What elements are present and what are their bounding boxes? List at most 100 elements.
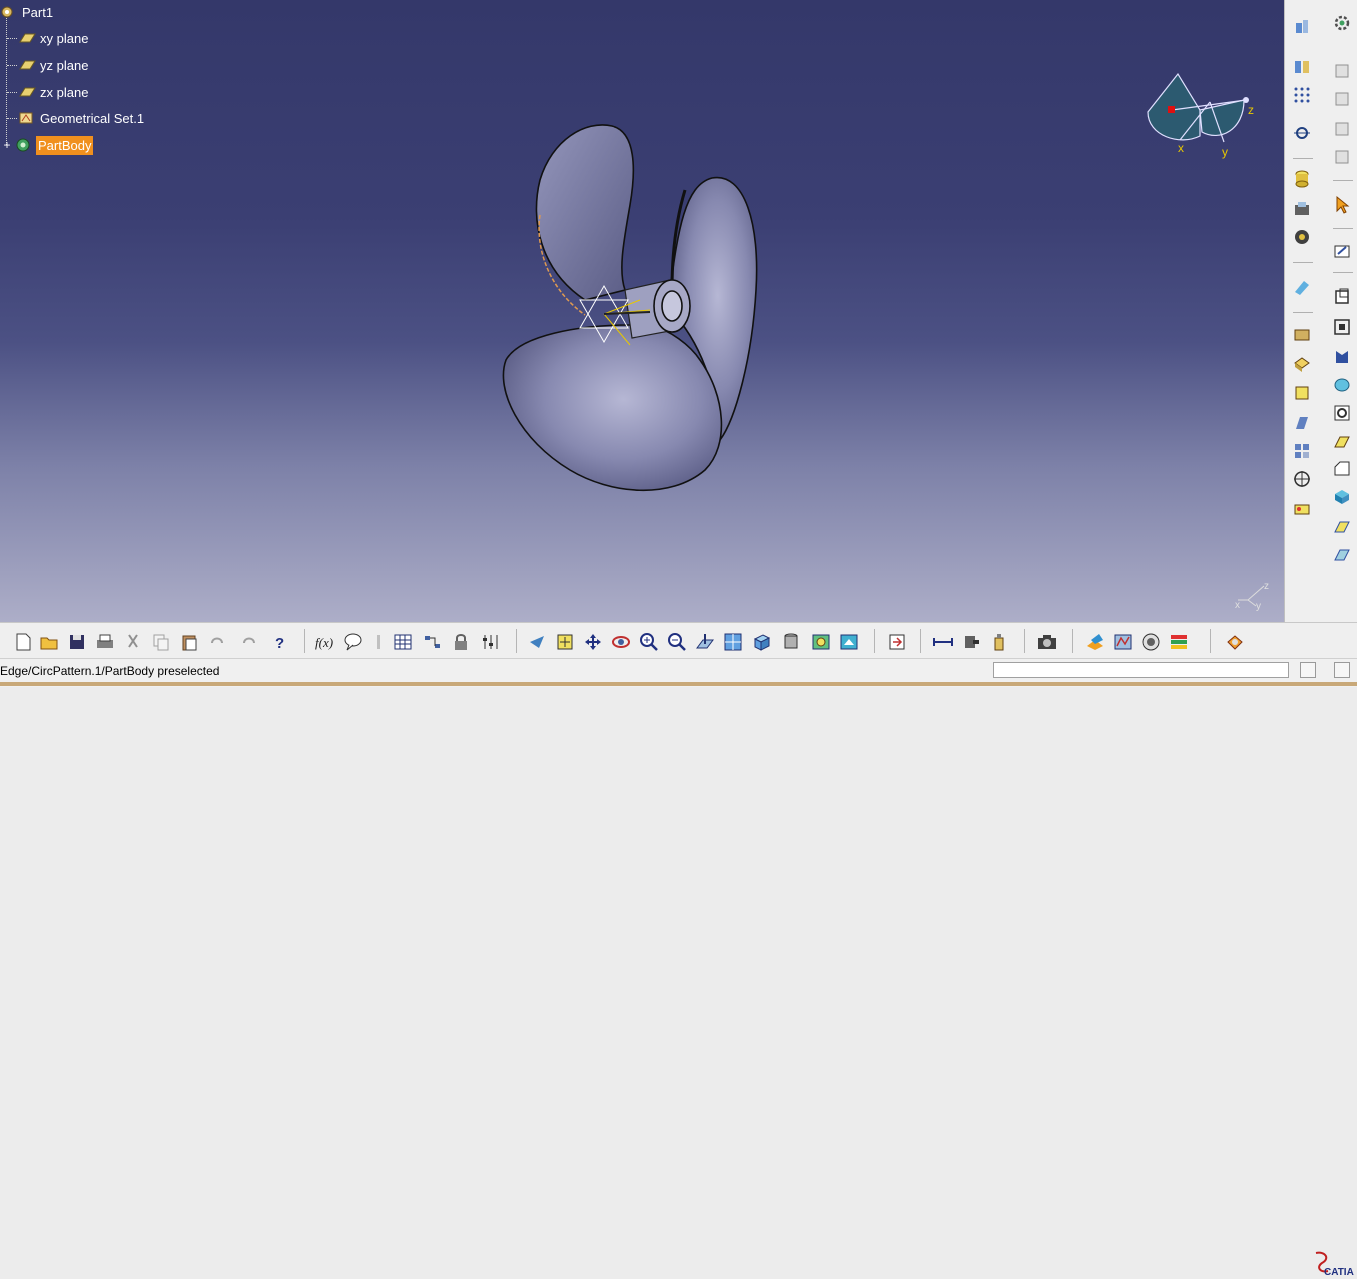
view-icon-1[interactable] bbox=[1331, 60, 1353, 82]
triad-z-label: z bbox=[1264, 581, 1269, 592]
view-icon-4[interactable] bbox=[1331, 146, 1353, 168]
lock-icon[interactable] bbox=[450, 631, 472, 653]
undo-icon[interactable] bbox=[206, 631, 228, 653]
toolbar-separator bbox=[1333, 272, 1353, 273]
right-toolbar bbox=[1284, 0, 1357, 622]
toolbar-separator bbox=[1333, 228, 1353, 229]
cut-icon[interactable] bbox=[122, 631, 144, 653]
law-icon[interactable] bbox=[368, 631, 390, 653]
command-input[interactable] bbox=[993, 662, 1289, 678]
fillet-icon[interactable] bbox=[1291, 276, 1313, 298]
grid-icon[interactable] bbox=[1291, 84, 1313, 106]
toolbar-separator bbox=[1293, 262, 1313, 263]
zoom-out-icon[interactable] bbox=[666, 631, 688, 653]
normal-view-icon[interactable] bbox=[694, 631, 716, 653]
toolbar-separator bbox=[1333, 180, 1353, 181]
draft-icon[interactable] bbox=[1331, 430, 1353, 452]
iso-view-icon[interactable] bbox=[750, 631, 772, 653]
split-icon[interactable] bbox=[1291, 324, 1313, 346]
rotate-icon[interactable] bbox=[610, 631, 632, 653]
swap-visible-space-icon[interactable] bbox=[838, 631, 860, 653]
toolbar-separator bbox=[1210, 629, 1211, 653]
print-icon[interactable] bbox=[94, 631, 116, 653]
taskbar-strip bbox=[0, 682, 1357, 686]
parameters-icon[interactable] bbox=[480, 631, 502, 653]
shaft-icon[interactable] bbox=[1291, 226, 1313, 248]
measure-between-icon[interactable] bbox=[932, 631, 954, 653]
compass-origin[interactable] bbox=[1168, 106, 1175, 113]
layers-icon[interactable] bbox=[1168, 631, 1190, 653]
formula-icon[interactable]: f(x) bbox=[314, 631, 336, 653]
select-arrow-icon[interactable] bbox=[1331, 194, 1353, 216]
measure-icon[interactable] bbox=[1291, 468, 1313, 490]
tree-reorder-icon[interactable] bbox=[422, 631, 444, 653]
thickness-icon[interactable] bbox=[1331, 516, 1353, 538]
compass-widget[interactable]: x y z bbox=[1140, 70, 1260, 160]
pan-icon[interactable] bbox=[582, 631, 604, 653]
shell-icon[interactable] bbox=[1331, 544, 1353, 566]
chamfer-icon[interactable] bbox=[1331, 458, 1353, 480]
constraint-icon[interactable] bbox=[1291, 122, 1313, 144]
pattern-icon[interactable] bbox=[1291, 440, 1313, 462]
fly-mode-icon[interactable] bbox=[526, 631, 548, 653]
save-icon[interactable] bbox=[66, 631, 88, 653]
toolbar-separator bbox=[516, 629, 517, 653]
toolbar-separator bbox=[1024, 629, 1025, 653]
fit-all-icon[interactable] bbox=[554, 631, 576, 653]
compass-y-label: y bbox=[1222, 145, 1228, 159]
status-button-1[interactable] bbox=[1300, 662, 1316, 678]
whats-this-icon[interactable]: ? bbox=[268, 631, 290, 653]
thick-surface-icon[interactable] bbox=[1291, 354, 1313, 376]
view-icon-2[interactable] bbox=[1331, 88, 1353, 110]
sketcher-positioned-icon[interactable] bbox=[1291, 16, 1313, 38]
blade-upper bbox=[535, 124, 635, 301]
propeller-model[interactable] bbox=[0, 0, 1284, 622]
map-icon[interactable] bbox=[1112, 631, 1134, 653]
box-icon[interactable] bbox=[1331, 486, 1353, 508]
3d-viewport[interactable]: Part1 xy plane yz plane zx plane Geometr bbox=[0, 0, 1284, 622]
gear-settings-icon[interactable] bbox=[1331, 12, 1353, 34]
pocket-icon[interactable] bbox=[1291, 198, 1313, 220]
catia-logo: CATIA bbox=[1315, 1251, 1354, 1278]
measure-inertia-icon[interactable] bbox=[988, 631, 1010, 653]
close-surface-icon[interactable] bbox=[1291, 382, 1313, 404]
bottom-toolbar: ? f(x) CATIA bbox=[0, 622, 1357, 1278]
pad-icon[interactable] bbox=[1291, 56, 1313, 78]
status-message: Edge/CircPattern.1/PartBody preselected bbox=[0, 664, 220, 678]
view-icon-3[interactable] bbox=[1331, 118, 1353, 140]
table-icon[interactable] bbox=[392, 631, 414, 653]
copy-icon[interactable] bbox=[150, 631, 172, 653]
hole-icon[interactable] bbox=[1331, 402, 1353, 424]
triad-line bbox=[1247, 599, 1257, 607]
svg-text:f(x): f(x) bbox=[315, 635, 333, 650]
zoom-in-icon[interactable] bbox=[638, 631, 660, 653]
apply-material-toolbar-icon[interactable] bbox=[1084, 631, 1106, 653]
shading-icon[interactable] bbox=[780, 631, 802, 653]
pad-solid-icon[interactable] bbox=[1331, 286, 1353, 308]
workbench-icon[interactable] bbox=[1224, 631, 1246, 653]
redo-icon[interactable] bbox=[238, 631, 260, 653]
multi-view-icon[interactable] bbox=[722, 631, 744, 653]
new-file-icon[interactable] bbox=[12, 631, 34, 653]
hide-show-icon[interactable] bbox=[810, 631, 832, 653]
hub-bore bbox=[661, 290, 683, 322]
measure-item-icon[interactable] bbox=[960, 631, 982, 653]
groove-icon[interactable] bbox=[1331, 374, 1353, 396]
capture-camera-icon[interactable] bbox=[1036, 631, 1058, 653]
toolbar-separator bbox=[1293, 158, 1313, 159]
sketch-icon[interactable] bbox=[1331, 240, 1353, 262]
open-folder-icon[interactable] bbox=[38, 631, 60, 653]
render-icon[interactable] bbox=[1140, 631, 1162, 653]
status-button-2[interactable] bbox=[1334, 662, 1350, 678]
apply-material-icon[interactable] bbox=[1291, 498, 1313, 520]
toolbar-separator bbox=[874, 629, 875, 653]
update-icon[interactable] bbox=[886, 631, 908, 653]
rib-icon[interactable] bbox=[1331, 346, 1353, 368]
paste-icon[interactable] bbox=[178, 631, 200, 653]
toolbar-separator bbox=[1293, 312, 1313, 313]
cylinder-icon[interactable] bbox=[1291, 168, 1313, 190]
pocket-solid-icon[interactable] bbox=[1331, 316, 1353, 338]
sew-surface-icon[interactable] bbox=[1291, 412, 1313, 434]
blade-lower bbox=[502, 324, 723, 492]
knowledge-icon[interactable] bbox=[342, 631, 364, 653]
